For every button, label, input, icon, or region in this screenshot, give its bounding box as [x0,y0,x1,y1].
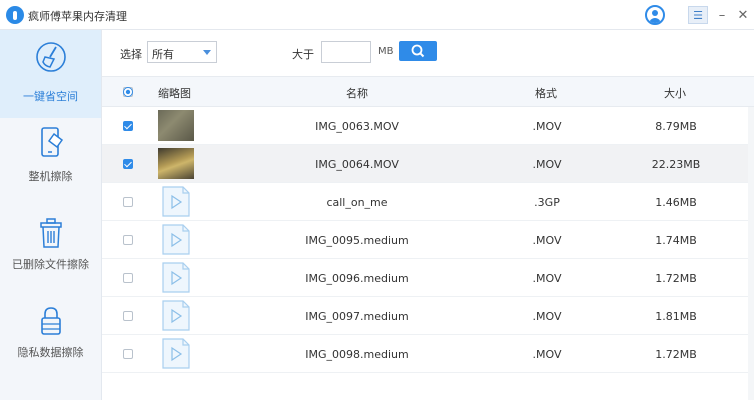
column-header-thumbnail: 缩略图 [158,87,191,100]
user-avatar-icon[interactable] [645,5,665,25]
file-size: 1.46MB [655,196,697,209]
minimize-button[interactable]: – [712,6,732,24]
video-file-icon [158,262,194,293]
file-size: 1.72MB [655,272,697,285]
row-checkbox[interactable] [123,349,133,359]
video-thumbnail [158,110,194,141]
file-format: .MOV [532,348,562,361]
file-name: IMG_0064.MOV [315,158,399,171]
row-checkbox[interactable] [123,197,133,207]
sidebar-item-label: 整机擦除 [28,170,73,183]
file-size: 1.72MB [655,348,697,361]
app-title: 疯师傅苹果内存清理 [28,10,127,23]
video-file-icon [158,224,194,255]
file-format: .3GP [534,196,560,209]
row-checkbox[interactable] [123,159,133,169]
lock-icon [41,307,61,335]
file-format: .MOV [532,272,562,285]
sidebar-item-label: 已删除文件擦除 [12,258,89,271]
phone-erase-icon [41,127,64,157]
table-row[interactable]: IMG_0095.medium .MOV 1.74MB [102,221,754,259]
unit-label: MB [378,46,394,57]
file-name: call_on_me [326,196,388,209]
filter-select-value: 所有 [152,48,174,61]
row-checkbox[interactable] [123,235,133,245]
filter-select[interactable]: 所有 [147,41,217,63]
file-format: .MOV [532,120,562,133]
sidebar-item-erase-device[interactable]: 整机擦除 [0,118,101,206]
file-name: IMG_0097.medium [305,310,409,323]
table-header: 缩略图 名称 格式 大小 [102,76,754,107]
file-name: IMG_0095.medium [305,234,409,247]
filter-toolbar: 选择 所有 大于 MB [102,30,754,76]
table-row[interactable]: IMG_0064.MOV .MOV 22.23MB [102,145,754,183]
file-size: 1.81MB [655,310,697,323]
sidebar: 一键省空间 整机擦除 已删除文件擦除 隐私数据擦除 [0,30,102,400]
file-format: .MOV [532,310,562,323]
sidebar-item-save-space[interactable]: 一键省空间 [0,30,101,118]
file-size: 22.23MB [651,158,701,171]
sidebar-item-label: 隐私数据擦除 [17,346,84,359]
vertical-scrollbar[interactable] [748,107,754,400]
close-button[interactable]: ✕ [733,6,753,24]
file-name: IMG_0096.medium [305,272,409,285]
table-row[interactable]: call_on_me .3GP 1.46MB [102,183,754,221]
file-name: IMG_0098.medium [305,348,409,361]
select-all-radio[interactable] [123,87,133,97]
video-thumbnail [158,148,194,179]
sidebar-item-erase-privacy[interactable]: 隐私数据擦除 [0,294,101,382]
title-bar: 疯师傅苹果内存清理 ☰ – ✕ [0,0,754,30]
search-button[interactable] [399,41,437,61]
file-size: 8.79MB [655,120,697,133]
table-row[interactable]: IMG_0096.medium .MOV 1.72MB [102,259,754,297]
search-icon [411,44,425,58]
video-file-icon [158,186,194,217]
table-row[interactable]: IMG_0063.MOV .MOV 8.79MB [102,107,754,145]
row-checkbox[interactable] [123,273,133,283]
table-row[interactable]: IMG_0097.medium .MOV 1.81MB [102,297,754,335]
broom-icon [36,42,66,72]
sidebar-item-erase-deleted[interactable]: 已删除文件擦除 [0,206,101,294]
size-label: 大于 [292,48,314,61]
table-row[interactable]: IMG_0098.medium .MOV 1.72MB [102,335,754,373]
column-header-format: 格式 [535,87,557,100]
size-input[interactable] [321,41,371,63]
filter-label: 选择 [120,48,142,61]
file-size: 1.74MB [655,234,697,247]
column-header-name: 名称 [346,87,368,100]
file-name: IMG_0063.MOV [315,120,399,133]
menu-button[interactable]: ☰ [688,6,708,24]
chevron-down-icon [203,50,211,55]
app-logo-icon [6,6,24,24]
video-file-icon [158,338,194,369]
sidebar-item-label: 一键省空间 [23,90,78,103]
column-header-size: 大小 [664,87,686,100]
row-checkbox[interactable] [123,121,133,131]
file-list: IMG_0063.MOV .MOV 8.79MB IMG_0064.MOV .M… [102,107,754,400]
video-file-icon [158,300,194,331]
file-format: .MOV [532,158,562,171]
file-format: .MOV [532,234,562,247]
row-checkbox[interactable] [123,311,133,321]
trash-icon [40,218,62,248]
